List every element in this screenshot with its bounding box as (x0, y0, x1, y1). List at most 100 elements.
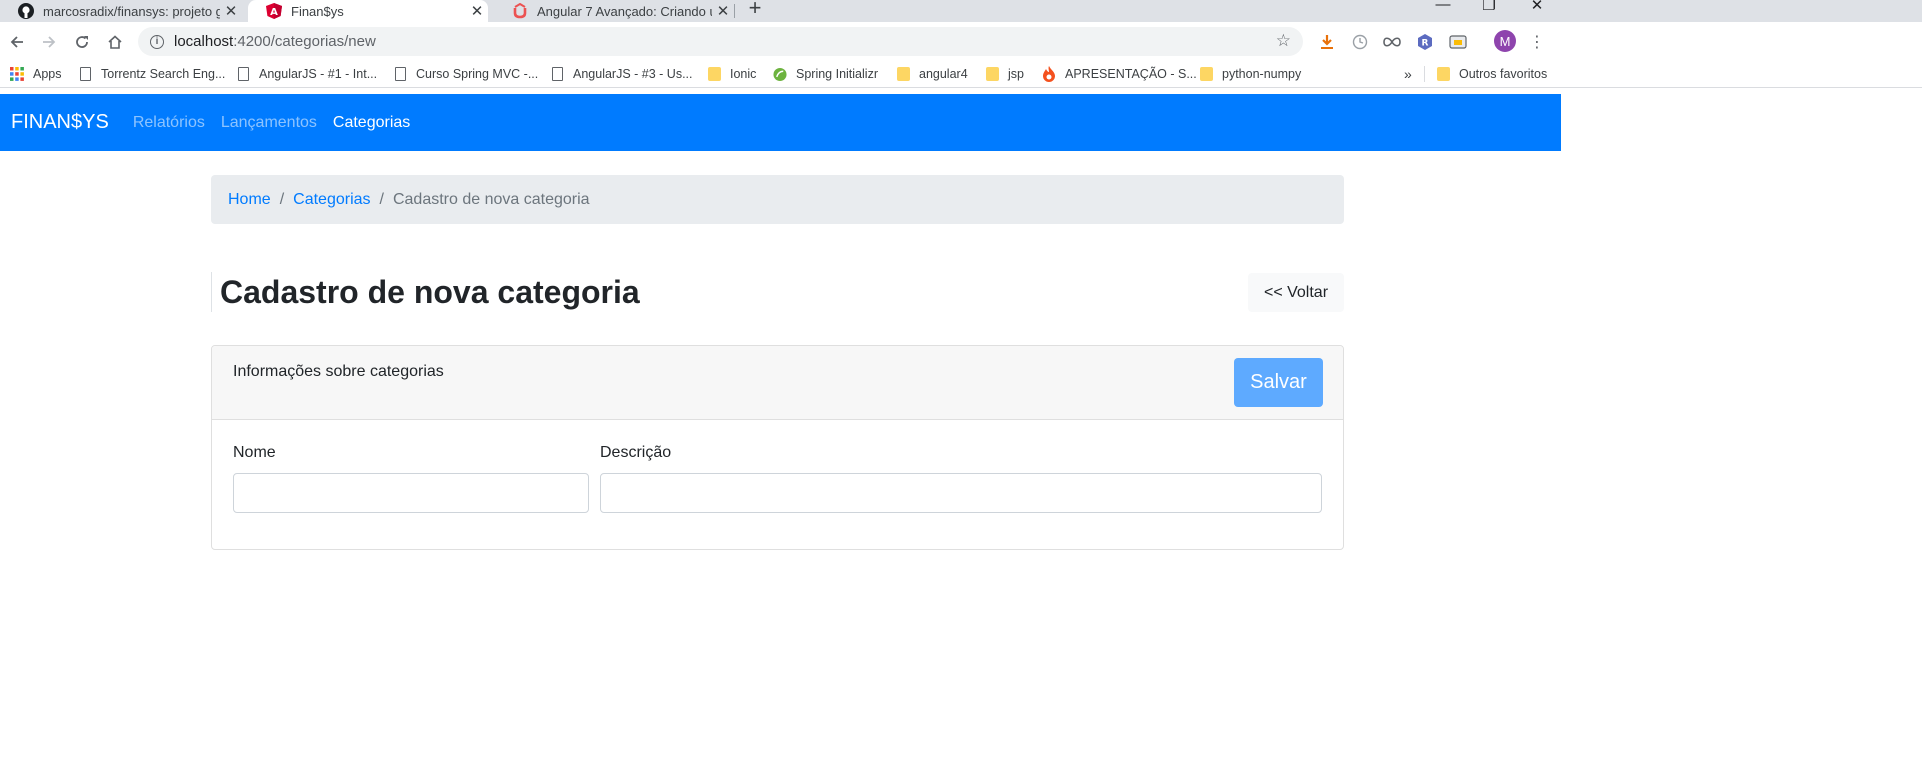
bookmark-label: Curso Spring MVC -... (416, 67, 539, 81)
url-host: localhost (174, 33, 234, 50)
tab-separator (734, 4, 735, 18)
bookmark-spring-mvc[interactable]: Curso Spring MVC -... (393, 65, 538, 83)
close-window-icon[interactable]: ✕ (1514, 0, 1560, 18)
download-icon[interactable] (1317, 32, 1337, 52)
bookmark-label: Outros favoritos (1459, 67, 1548, 81)
folder-icon (1199, 66, 1213, 82)
browser-tab-udemy[interactable]: Angular 7 Avançado: Criando um ✕ (494, 0, 734, 22)
bookmark-other-favorites[interactable]: Outros favoritos (1436, 65, 1547, 83)
page-title: Cadastro de nova categoria (220, 274, 640, 310)
folder-icon (985, 66, 999, 82)
close-icon[interactable]: ✕ (466, 2, 488, 20)
spring-icon (773, 66, 787, 82)
bookmark-folder-ionic[interactable]: Ionic (707, 65, 756, 83)
browser-tab-strip: marcosradix/finansys: projeto ge ✕ A Fin… (0, 0, 1922, 22)
bookmark-label: Ionic (730, 67, 757, 81)
page-title-row: Cadastro de nova categoria << Voltar (211, 272, 1344, 314)
url-path: :4200/categorias/new (233, 33, 376, 50)
extension-r-icon[interactable]: R (1415, 32, 1435, 52)
breadcrumb: Home / Categorias / Cadastro de nova cat… (211, 175, 1344, 224)
back-button[interactable]: << Voltar (1248, 273, 1344, 312)
bookmark-label: Torrentz Search Eng... (101, 67, 226, 81)
udemy-icon (512, 3, 528, 19)
new-tab-button[interactable]: + (743, 0, 767, 22)
reload-icon[interactable] (71, 31, 93, 53)
angular-icon: A (266, 3, 282, 19)
apps-grid-icon (10, 66, 24, 82)
folder-icon (896, 66, 910, 82)
browser-toolbar: i localhost:4200/categorias/new ☆ R M ⋮ (0, 22, 1922, 60)
close-icon[interactable]: ✕ (220, 2, 242, 20)
close-icon[interactable]: ✕ (712, 2, 734, 20)
card-header-title: Informações sobre categorias (233, 363, 444, 380)
title-divider (211, 272, 212, 312)
nav-link-relatorios[interactable]: Relatórios (133, 114, 205, 132)
folder-icon (707, 66, 721, 82)
bookmark-apresentacao[interactable]: APRESENTAÇÃO - S... (1042, 65, 1197, 83)
name-input[interactable] (233, 473, 589, 513)
bookmark-apps[interactable]: Apps (10, 65, 62, 83)
save-button[interactable]: Salvar (1234, 358, 1323, 407)
description-input[interactable] (600, 473, 1322, 513)
fire-icon (1042, 66, 1056, 82)
more-menu-icon[interactable]: ⋮ (1527, 32, 1547, 52)
restore-icon[interactable]: ❐ (1466, 0, 1512, 18)
description-label: Descrição (600, 444, 672, 461)
info-icon[interactable]: i (150, 34, 164, 49)
bookmark-spring-initializr[interactable]: Spring Initializr (773, 65, 878, 83)
home-icon[interactable] (104, 31, 126, 53)
nav-link-categorias[interactable]: Categorias (333, 114, 410, 132)
bookmark-star-icon[interactable]: ☆ (1276, 31, 1291, 51)
url-text[interactable]: localhost:4200/categorias/new (174, 33, 376, 50)
bookmark-folder-jsp[interactable]: jsp (985, 65, 1024, 83)
breadcrumb-current: Cadastro de nova categoria (392, 190, 590, 208)
card-header: Informações sobre categorias Salvar (212, 346, 1343, 420)
tab-title: Angular 7 Avançado: Criando um (537, 3, 712, 19)
bookmark-label: AngularJS - #3 - Us... (573, 67, 693, 81)
profile-avatar[interactable]: M (1494, 30, 1516, 52)
back-arrow-icon[interactable] (6, 31, 28, 53)
nav-link-lancamentos[interactable]: Lançamentos (221, 114, 317, 132)
bookmark-angularjs-1[interactable]: AngularJS - #1 - Int... (236, 65, 377, 83)
bookmark-label: Apps (33, 67, 62, 81)
bookmark-label: python-numpy (1222, 67, 1302, 81)
minimize-icon[interactable]: — (1420, 0, 1466, 18)
bookmark-label: APRESENTAÇÃO - S... (1065, 67, 1197, 81)
github-icon (18, 3, 34, 19)
bookmarks-overflow-chevron-icon[interactable]: » (1404, 65, 1412, 83)
breadcrumb-separator: / (279, 190, 285, 208)
browser-tab-github[interactable]: marcosradix/finansys: projeto ge ✕ (0, 0, 242, 22)
bookmark-torrentz[interactable]: Torrentz Search Eng... (78, 65, 225, 83)
page-icon (550, 66, 564, 82)
page-icon (393, 66, 407, 82)
address-bar[interactable]: i localhost:4200/categorias/new ☆ (138, 27, 1303, 56)
bookmark-angularjs-3[interactable]: AngularJS - #3 - Us... (550, 65, 693, 83)
app-brand[interactable]: FINAN$YS (11, 111, 109, 134)
breadcrumb-categorias-link[interactable]: Categorias (293, 191, 370, 209)
bookmark-label: Spring Initializr (796, 67, 878, 81)
cast-extension-icon[interactable] (1448, 32, 1468, 52)
breadcrumb-home-link[interactable]: Home (228, 191, 271, 209)
app-navbar: FINAN$YS Relatórios Lançamentos Categori… (0, 94, 1561, 151)
browser-tab-finansys[interactable]: A Finan$ys ✕ (248, 0, 488, 22)
name-label: Nome (233, 444, 276, 461)
category-form-card: Informações sobre categorias Salvar Nome… (211, 345, 1344, 550)
extension-clock-icon[interactable] (1350, 32, 1370, 52)
bookmark-folder-python-numpy[interactable]: python-numpy (1199, 65, 1301, 83)
infinity-extension-icon[interactable] (1382, 32, 1402, 52)
breadcrumb-separator: / (379, 190, 384, 208)
tab-title: Finan$ys (291, 3, 344, 19)
bookmark-label: jsp (1008, 67, 1024, 81)
page-icon (236, 66, 250, 82)
extension-badge: R (1422, 39, 1429, 49)
bookmark-label: angular4 (919, 67, 968, 81)
forward-arrow-icon[interactable] (38, 31, 60, 53)
page-icon (78, 66, 92, 82)
tab-title: marcosradix/finansys: projeto ge (43, 3, 220, 19)
bookmark-folder-angular4[interactable]: angular4 (896, 65, 968, 83)
bookmarks-bar: Apps Torrentz Search Eng... AngularJS - … (0, 60, 1922, 88)
svg-text:A: A (270, 7, 278, 18)
folder-icon (1436, 66, 1450, 82)
bookmarks-separator (1424, 66, 1425, 82)
bookmark-label: AngularJS - #1 - Int... (259, 67, 378, 81)
